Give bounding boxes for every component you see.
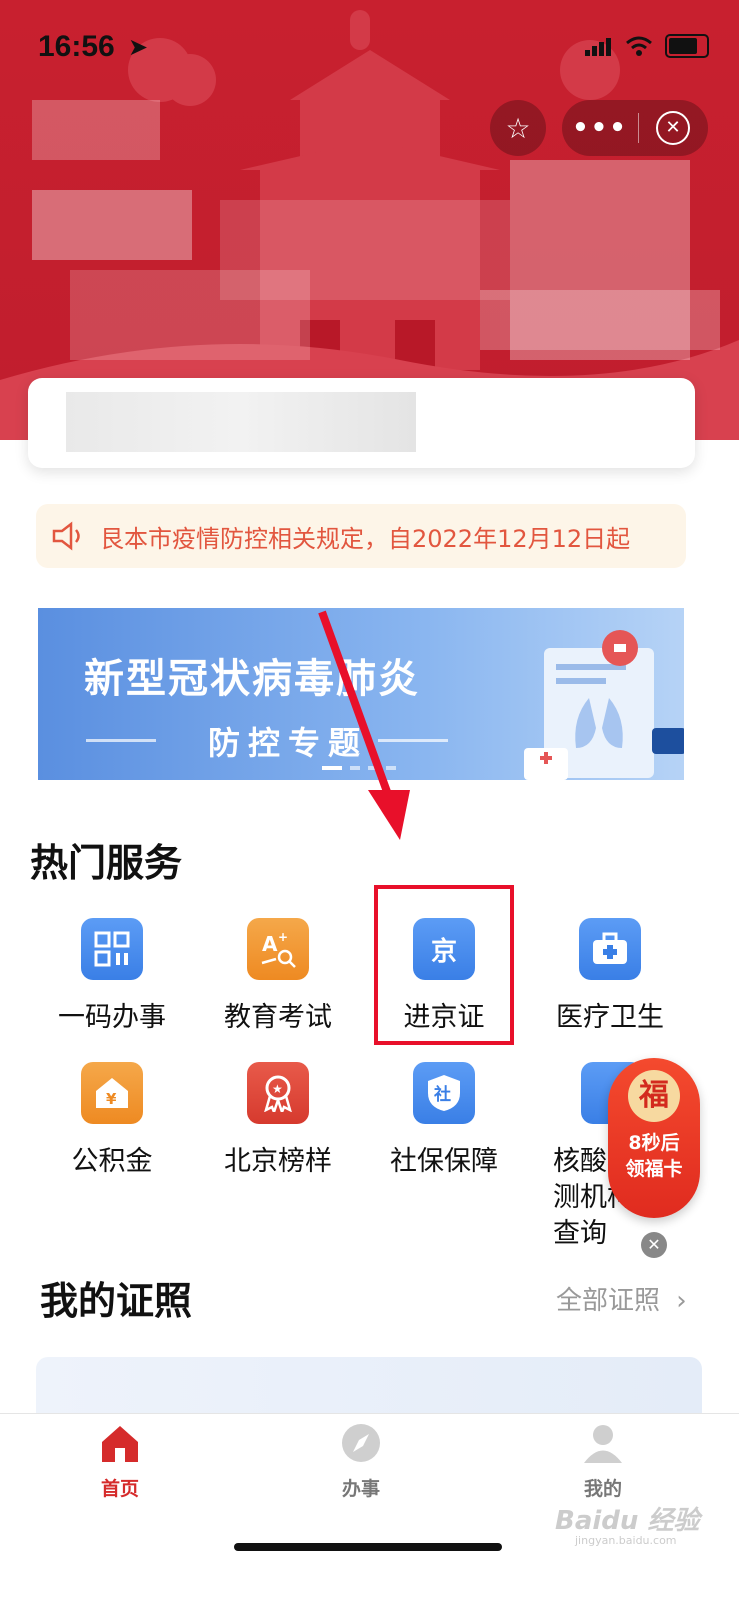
favorite-star-button[interactable]: ☆ xyxy=(490,100,546,156)
certificate-card[interactable] xyxy=(36,1357,702,1417)
service-item-social-security[interactable]: 社 社保保障 xyxy=(369,1062,519,1180)
banner-pagination xyxy=(322,766,396,770)
star-icon: ☆ xyxy=(505,111,531,145)
more-button[interactable]: ••• xyxy=(562,113,638,143)
tab-profile[interactable]: 我的 xyxy=(543,1422,663,1501)
tab-home[interactable]: 首页 xyxy=(60,1422,180,1501)
tab-label: 我的 xyxy=(583,1478,622,1500)
search-card[interactable] xyxy=(28,378,695,468)
fu-countdown-text: 8秒后 xyxy=(628,1132,680,1154)
service-label: 教育考试 xyxy=(224,1002,332,1033)
tab-label: 首页 xyxy=(100,1478,139,1500)
status-time: 16:56 xyxy=(38,30,115,63)
close-icon: ✕ xyxy=(656,111,690,145)
qr-code-icon xyxy=(81,918,143,980)
fu-icon: 福 xyxy=(628,1070,680,1122)
service-item-housing-fund[interactable]: ¥ 公积金 xyxy=(37,1062,187,1180)
banner-subtitle: 防控专题 xyxy=(208,724,369,762)
watermark-url: jingyan.baidu.com xyxy=(575,1534,677,1547)
tab-label: 办事 xyxy=(341,1478,380,1500)
compass-icon xyxy=(342,1424,380,1462)
service-item-yima[interactable]: 一码办事 xyxy=(37,918,187,1036)
blurred-content xyxy=(66,392,416,452)
exam-icon: A + xyxy=(247,918,309,980)
wifi-icon xyxy=(626,36,652,56)
home-indicator xyxy=(234,1543,502,1551)
status-bar: 16:56 ➤ xyxy=(0,0,739,90)
fu-badge-close-button[interactable]: ✕ xyxy=(641,1232,667,1258)
battery-icon xyxy=(665,34,709,58)
housing-fund-icon: ¥ xyxy=(81,1062,143,1124)
fu-action-text: 领福卡 xyxy=(625,1158,683,1180)
covid-banner[interactable]: 新型冠状病毒肺炎 防控专题 xyxy=(38,608,684,780)
medical-kit-icon xyxy=(579,918,641,980)
home-icon xyxy=(102,1426,138,1462)
chevron-right-icon: › xyxy=(676,1286,687,1316)
svg-text:社: 社 xyxy=(433,1084,451,1105)
service-item-education[interactable]: A + 教育考试 xyxy=(203,918,353,1036)
service-label: 一码办事 xyxy=(58,1002,166,1033)
all-certificates-link[interactable]: 全部证照 › xyxy=(556,1280,687,1317)
tab-services[interactable]: 办事 xyxy=(301,1422,421,1501)
svg-text:★: ★ xyxy=(272,1082,283,1096)
highlight-annotation xyxy=(374,885,514,1045)
notice-text: 艮本市疫情防控相关规定，自2022年12月12日起 xyxy=(100,524,631,553)
service-label: 社保保障 xyxy=(390,1146,498,1177)
hot-services-title: 热门服务 xyxy=(30,841,183,885)
baidu-watermark: Baidu 经验 xyxy=(555,1506,700,1536)
service-label: 北京榜样 xyxy=(224,1146,332,1177)
service-item-medical[interactable]: 医疗卫生 xyxy=(535,918,685,1036)
notice-bar[interactable]: 艮本市疫情防控相关规定，自2022年12月12日起 xyxy=(36,504,686,568)
banner-title: 新型冠状病毒肺炎 xyxy=(84,656,420,702)
banner-line-left xyxy=(86,739,156,742)
service-item-beijing-model[interactable]: ★ 北京榜样 xyxy=(203,1062,353,1180)
cellular-signal-icon xyxy=(585,37,613,56)
svg-text:A: A xyxy=(262,932,278,956)
banner-line-right xyxy=(378,739,448,742)
social-security-icon: 社 xyxy=(413,1062,475,1124)
service-label: 公积金 xyxy=(71,1146,153,1177)
user-icon xyxy=(584,1425,622,1463)
svg-text:¥: ¥ xyxy=(106,1090,117,1108)
location-arrow-icon: ➤ xyxy=(128,33,149,61)
service-label: 医疗卫生 xyxy=(556,1002,664,1033)
mini-program-capsule: ••• ✕ xyxy=(562,100,708,156)
speaker-icon xyxy=(36,521,100,551)
close-button[interactable]: ✕ xyxy=(639,111,707,145)
medal-icon: ★ xyxy=(247,1062,309,1124)
certificates-title: 我的证照 xyxy=(40,1279,193,1323)
svg-text:+: + xyxy=(278,930,288,944)
all-certificates-label: 全部证照 xyxy=(556,1286,661,1316)
medical-report-illustration xyxy=(524,630,684,780)
fu-card-badge[interactable]: 福 8秒后 领福卡 xyxy=(608,1058,700,1218)
